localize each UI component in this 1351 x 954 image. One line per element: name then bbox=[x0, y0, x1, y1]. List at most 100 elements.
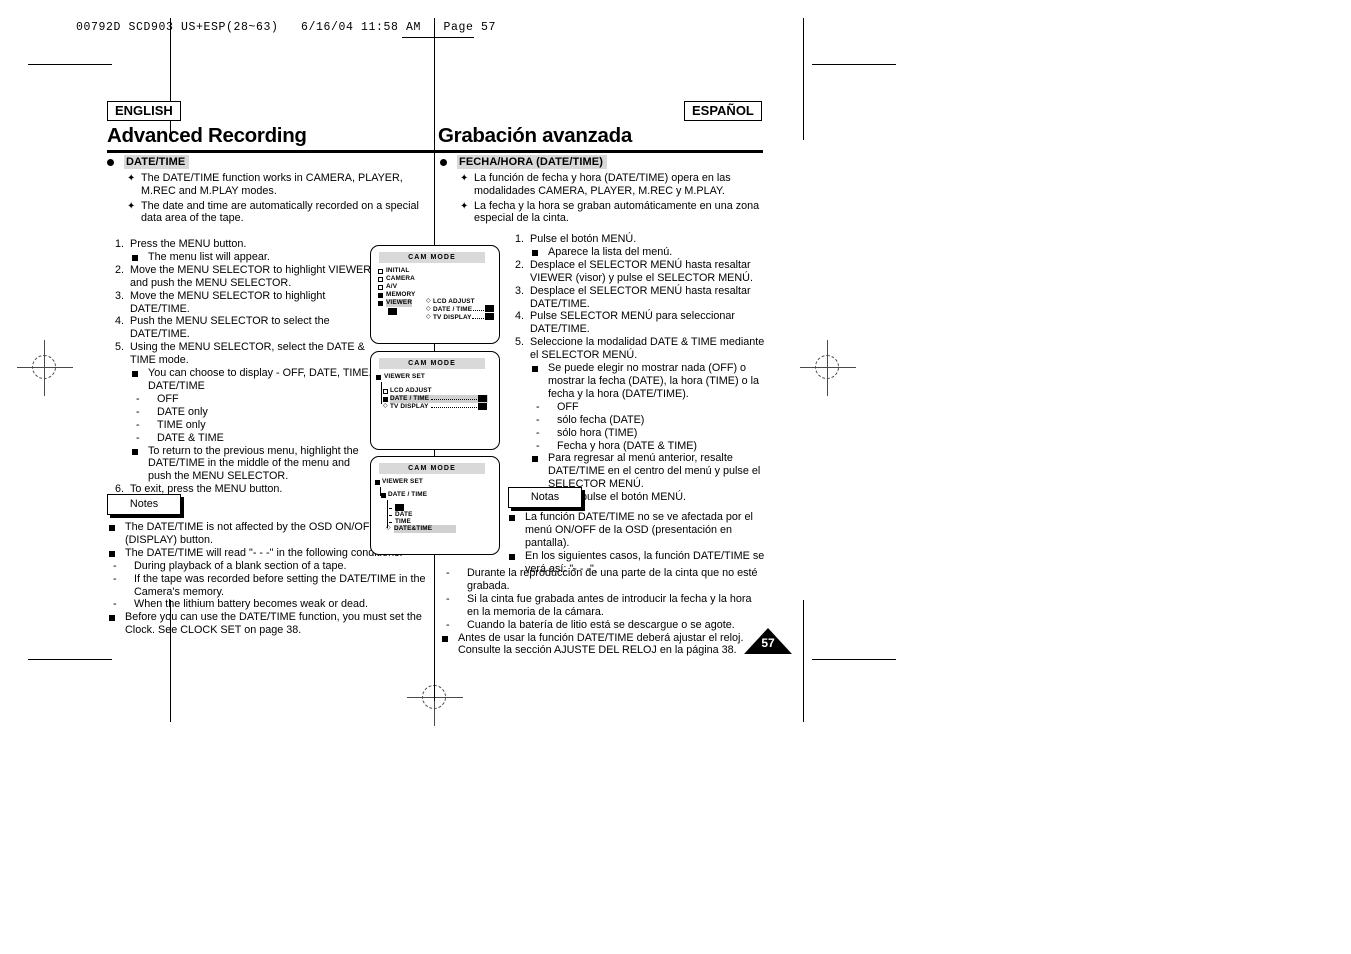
espanol-topic-heading: FECHA/HORA (DATE/TIME) bbox=[457, 155, 607, 169]
english-intro-list: ✦ The DATE/TIME function works in CAMERA,… bbox=[107, 172, 427, 225]
lcd1-sub-marker-2: ◇ bbox=[426, 314, 431, 320]
sub-bullet-text: Aparece la lista del menú. bbox=[548, 245, 673, 258]
step-item: 4. Pulse SELECTOR MENÚ para seleccionar D… bbox=[507, 310, 767, 336]
lcd1-sub-marker-0: ◇ bbox=[426, 298, 431, 304]
intro-bullet-text: La fecha y la hora se graban automáticam… bbox=[474, 199, 760, 225]
step-item: 1. Press the MENU button. The menu list wi… bbox=[107, 238, 375, 264]
lcd1-menu-memory: MEMORY bbox=[386, 291, 416, 298]
square-bullet-icon bbox=[532, 249, 538, 256]
step-number: 5. bbox=[114, 341, 124, 354]
lcd3-tree-line-2 bbox=[387, 500, 388, 528]
lcd1-menu-initial: INITIAL bbox=[386, 267, 410, 274]
sub-bullet-text: To return to the previous menu, highligh… bbox=[148, 444, 359, 483]
intro-bullet-text: La función de fecha y hora (DATE/TIME) o… bbox=[474, 172, 731, 197]
lcd1-menu-viewer: VIEWER bbox=[386, 299, 413, 307]
intro-bullet: ✦ The date and time are automatically rec… bbox=[107, 200, 427, 226]
step-item: 2. Move the MENU SELECTOR to highlight VI… bbox=[107, 264, 375, 290]
lcd-screen-date-time-options: CAM MODE VIEWER SET DATE / TIME DATE TIM… bbox=[370, 456, 500, 555]
step-item: 3. Move the MENU SELECTOR to highlight DA… bbox=[107, 290, 375, 316]
dash-bullet-icon: - bbox=[113, 598, 117, 611]
lcd3-icon-date-time bbox=[381, 493, 386, 498]
lcd1-submenu-tv-display: TV DISPLAY bbox=[433, 314, 472, 321]
dash-bullet-icon: - bbox=[113, 572, 117, 585]
diagram-connector-1 bbox=[434, 344, 436, 351]
note-dash-item: - Durante la reproducción de una parte de… bbox=[440, 567, 765, 593]
intro-bullet: ✦ La fecha y la hora se graban automática… bbox=[440, 200, 760, 226]
espanol-notes-label-box: Notas bbox=[508, 487, 582, 508]
lcd1-cursor-block bbox=[388, 308, 397, 315]
square-bullet-icon bbox=[532, 366, 538, 373]
step-number: 3. bbox=[114, 289, 124, 302]
diamond-bullet-icon: ✦ bbox=[460, 200, 469, 212]
step-item: 3. Desplace el SELECTOR MENÚ hasta resalt… bbox=[507, 285, 767, 311]
espanol-topic-block: FECHA/HORA (DATE/TIME) ✦ La función de fe… bbox=[440, 155, 760, 227]
dash-bullet-icon: - bbox=[536, 400, 540, 413]
dash-bullet-icon: - bbox=[536, 413, 540, 426]
crop-mark-top-right-vertical bbox=[803, 18, 804, 140]
lcd1-sub-marker-1: ◇ bbox=[426, 306, 431, 312]
language-tag-english: ENGLISH bbox=[107, 101, 181, 121]
page-title-espanol: Grabación avanzada bbox=[438, 124, 632, 147]
espanol-steps-list: 1. Pulse el botón MENÚ. Aparece la lista d… bbox=[507, 233, 767, 504]
lcd1-cam-mode-title: CAM MODE bbox=[379, 252, 485, 263]
step-text: Pulse el botón MENÚ. bbox=[530, 233, 637, 245]
bullet-dot-icon bbox=[440, 159, 447, 166]
sub-bullet-list: Se puede elegir no mostrar nada (OFF) o … bbox=[530, 362, 767, 491]
lcd3-dash-2 bbox=[389, 522, 392, 523]
dash-bullet-icon: - bbox=[446, 592, 450, 605]
dash-bullet-text: OFF bbox=[557, 400, 579, 413]
crop-mark-top-left-horizontal bbox=[28, 64, 112, 65]
note-dash-item: - Cuando la batería de litio está se desc… bbox=[440, 619, 765, 632]
crop-mark-top-left-vertical bbox=[170, 18, 171, 140]
espanol-steps-block: 1. Pulse el botón MENÚ. Aparece la lista d… bbox=[507, 233, 767, 504]
diamond-bullet-icon: ✦ bbox=[460, 173, 469, 184]
step-item: 5. Using the MENU SELECTOR, select the DA… bbox=[107, 341, 375, 483]
step-text: Pulse SELECTOR MENÚ para seleccionar DAT… bbox=[530, 310, 736, 336]
lcd2-header-viewer-set: VIEWER SET bbox=[384, 373, 425, 380]
lcd2-dots-tv-display bbox=[431, 407, 481, 409]
square-bullet-icon bbox=[442, 635, 448, 642]
espanol-notes-outdented-list: - Durante la reproducción de una parte de… bbox=[440, 567, 765, 657]
square-bullet-icon bbox=[109, 615, 115, 622]
lcd1-value-date-time bbox=[485, 305, 494, 312]
lcd3-cam-mode-title: CAM MODE bbox=[379, 463, 485, 474]
lcd3-dash-1 bbox=[389, 515, 392, 516]
step-number: 4. bbox=[514, 310, 524, 323]
dash-bullet-text: DATE only bbox=[157, 405, 208, 418]
note-text: The DATE/TIME will read "- - -" in the f… bbox=[125, 546, 403, 559]
dash-bullet: - sólo fecha (DATE) bbox=[530, 414, 767, 427]
dash-bullet-text: sólo fecha (DATE) bbox=[557, 413, 645, 426]
intro-bullet: ✦ La función de fecha y hora (DATE/TIME) … bbox=[440, 172, 760, 198]
lcd2-submenu-tv-display: TV DISPLAY bbox=[390, 403, 429, 410]
step-number: 1. bbox=[114, 238, 124, 250]
english-topic-heading-row: DATE/TIME bbox=[107, 155, 427, 169]
sub-bullet-text: You can choose to display - OFF, DATE, T… bbox=[148, 367, 372, 392]
sub-bullet: Aparece la lista del menú. bbox=[530, 246, 767, 259]
sub-bullet-list: You can choose to display - OFF, DATE, T… bbox=[130, 367, 375, 483]
step-text: Move the MENU SELECTOR to highlight DATE… bbox=[130, 289, 326, 315]
dash-bullet-icon: - bbox=[446, 567, 450, 579]
manual-page: 00792D SCD903 US+ESP(28~63) 6/16/04 11:5… bbox=[0, 0, 1351, 954]
sub-bullet: Se puede elegir no mostrar nada (OFF) o … bbox=[530, 362, 767, 401]
step-item: 1. Pulse el botón MENÚ. Aparece la lista d… bbox=[507, 233, 767, 259]
lcd3-subheader-date-time: DATE / TIME bbox=[388, 491, 428, 498]
note-item: Before you can use the DATE/TIME functio… bbox=[107, 611, 427, 637]
dash-bullet-icon: - bbox=[536, 439, 540, 452]
lcd1-menu-av: A/V bbox=[386, 283, 398, 290]
note-dash-text: Durante la reproducción de una parte de … bbox=[467, 567, 758, 592]
espanol-notes-outdented-block: - Durante la reproducción de una parte de… bbox=[440, 567, 765, 657]
lcd2-dots-date-time bbox=[431, 399, 481, 401]
title-rule bbox=[107, 150, 763, 153]
intro-bullet-text: The date and time are automatically reco… bbox=[141, 199, 419, 225]
lcd2-icon-date-time bbox=[383, 397, 388, 402]
note-item: La función DATE/TIME no se ve afectada p… bbox=[507, 511, 765, 550]
dash-bullet-icon: - bbox=[136, 392, 140, 405]
dash-bullet: - DATE & TIME bbox=[130, 432, 375, 445]
step-text: Move the MENU SELECTOR to highlight VIEW… bbox=[130, 263, 372, 289]
diamond-bullet-icon: ✦ bbox=[127, 200, 136, 212]
lcd1-icon-memory bbox=[378, 293, 383, 298]
lcd1-icon-initial bbox=[378, 269, 383, 274]
step-number: 2. bbox=[114, 263, 124, 276]
dash-bullet: - TIME only bbox=[130, 419, 375, 432]
step-number: 4. bbox=[114, 315, 124, 328]
